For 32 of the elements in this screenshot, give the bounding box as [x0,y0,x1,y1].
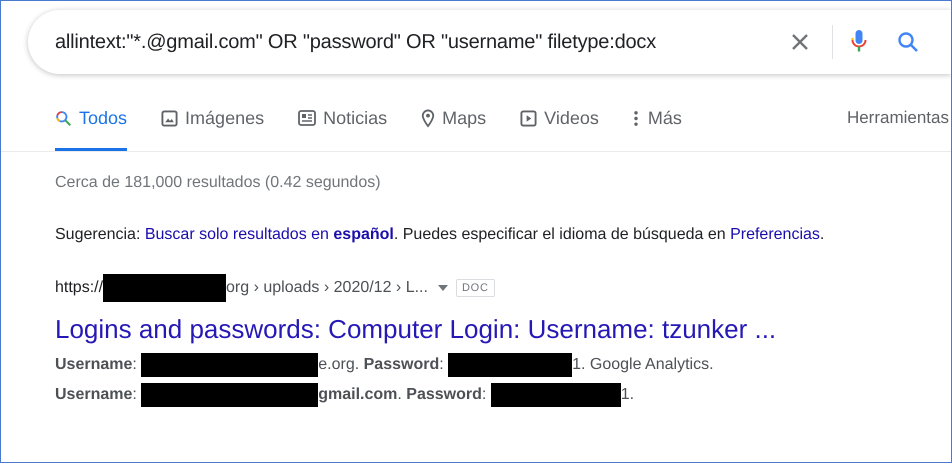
snippet-text: Username: [55,356,138,374]
snippet-text: gmail.com. Password: [318,386,488,404]
language-link[interactable]: Buscar solo resultados en español [144,226,394,243]
close-icon [790,32,810,52]
tab[interactable]: Videos [520,94,599,151]
more-icon [632,110,639,126]
tools-link[interactable]: Herramientas [846,94,949,151]
search-icon [897,31,919,53]
search-icon [55,110,72,126]
tab[interactable]: Más [632,94,682,151]
snippet-text: 1. [620,386,634,404]
caret-icon [438,285,448,291]
search-bar[interactable]: allintext:"*.@gmail.com" OR "password" OR "username" filetype:docx [28,10,951,74]
map-pin-icon [421,108,436,128]
url-text: org › uploads › 2020/12 › L... [226,279,428,297]
newspaper-icon [298,110,316,126]
snippet-text: 1. Google Analytics. [572,356,714,374]
file-type-badge: DOC [456,279,495,297]
tab[interactable]: Imágenes [161,94,264,151]
snippet-text: e.org. Password: [318,356,445,374]
tab[interactable]: Noticias [298,94,388,151]
search-text[interactable]: allintext:"*.@gmail.com" OR "password" OR "username" filetype:docx [55,30,790,54]
snippet-text: Username: [55,386,138,404]
preferences-link[interactable]: Preferencias [730,226,820,243]
result-title[interactable]: Logins and passwords: Computer Login: Username: tzunker ... [55,312,951,346]
url-text: https:// [55,279,104,297]
suggestion-text: Sugerencia: Buscar solo resultados en español. Puedes especificar el idioma de búsqueda en Preferencias. [55,225,826,245]
tab[interactable]: Todos [55,94,128,151]
result-stats: Cerca de 181,000 resultados (0.42 segundos) [55,174,382,192]
play-icon [520,110,538,126]
image-icon [161,110,178,126]
tab[interactable]: Maps [421,94,486,151]
